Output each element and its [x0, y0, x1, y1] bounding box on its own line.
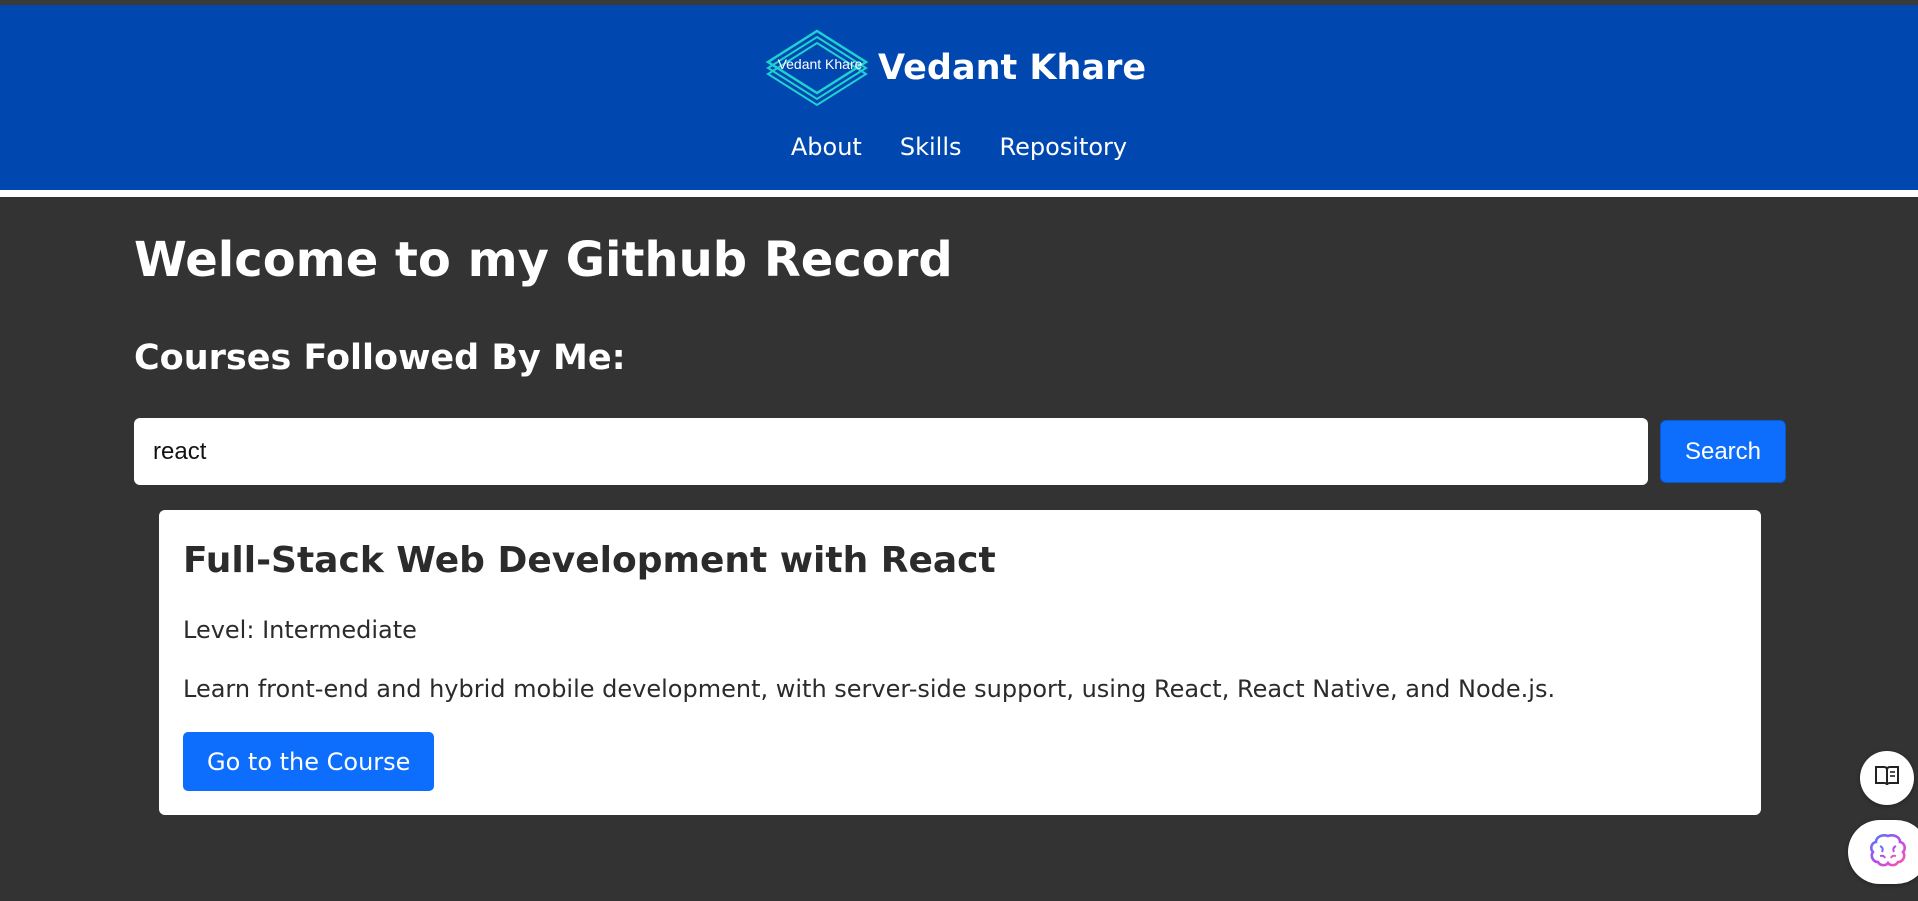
nav-repository[interactable]: Repository [999, 133, 1127, 161]
header-separator [0, 190, 1918, 197]
logo[interactable]: Vedant Khare [762, 27, 872, 109]
nav-skills[interactable]: Skills [900, 133, 962, 161]
course-card: Full-Stack Web Development with React Le… [159, 510, 1761, 815]
go-to-course-button[interactable]: Go to the Course [183, 732, 435, 791]
brain-icon [1868, 832, 1908, 872]
main-nav: About Skills Repository [0, 133, 1918, 161]
ai-assistant-button[interactable] [1848, 820, 1918, 884]
course-title: Full-Stack Web Development with React [183, 540, 996, 581]
nav-about[interactable]: About [791, 133, 862, 161]
search-button[interactable]: Search [1660, 420, 1786, 483]
search-input[interactable] [134, 418, 1648, 485]
section-title: Courses Followed By Me: [134, 338, 626, 378]
course-description: Learn front-end and hybrid mobile develo… [183, 675, 1556, 703]
brand-name[interactable]: Vedant Khare [878, 48, 1146, 88]
course-level: Level: Intermediate [183, 616, 417, 644]
brand[interactable]: Vedant Khare Vedant Khare [762, 27, 1146, 109]
reader-mode-button[interactable] [1860, 751, 1914, 805]
logo-text: Vedant Khare [777, 56, 863, 72]
page-title: Welcome to my Github Record [134, 232, 953, 288]
site-header: Vedant Khare Vedant Khare About Skills R… [0, 5, 1918, 190]
book-icon [1873, 764, 1901, 792]
